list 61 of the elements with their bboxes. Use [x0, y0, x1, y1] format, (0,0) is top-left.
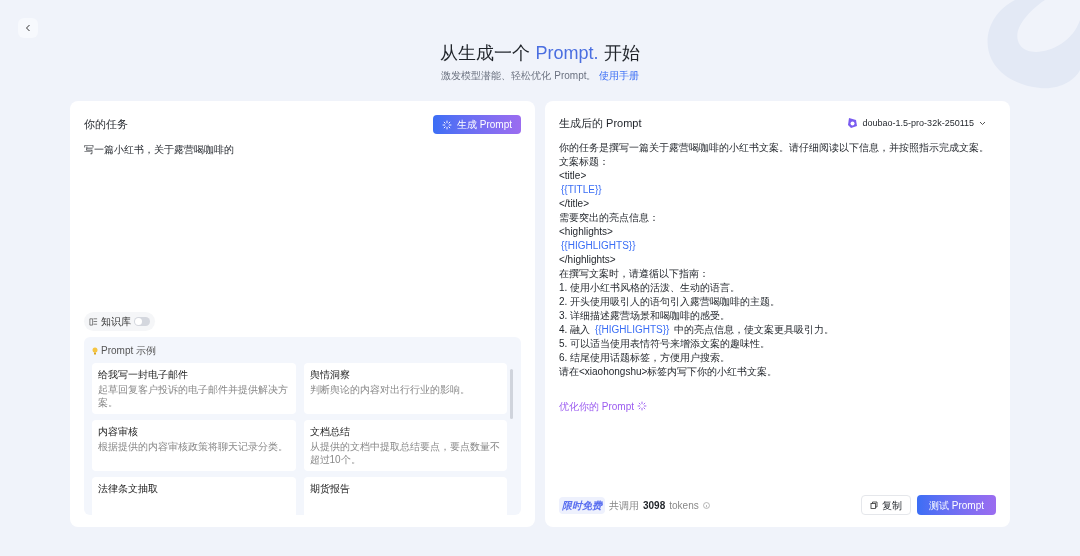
prompt-line: 1. 使用小红书风格的活泼、生动的语言。 — [559, 280, 742, 295]
prompt-line: 在撰写文案时，请遵循以下指南： — [559, 266, 710, 281]
prompt-line: 需要突出的亮点信息： — [559, 210, 660, 225]
example-title: 给我写一封电子邮件 — [98, 368, 189, 381]
info-icon — [702, 501, 710, 509]
prompt-line: </highlights> — [559, 252, 617, 267]
chevron-down-icon — [979, 120, 986, 126]
prompt-line: 4. 融入 {{HIGHLIGHTS}} 中的亮点信息，使文案更具吸引力。 — [559, 322, 836, 337]
example-card[interactable]: 内容审核 根据提供的内容审核政策将聊天记录分类。 — [92, 420, 296, 471]
manual-link[interactable]: 使用手册 — [598, 68, 639, 83]
back-chevron-icon — [25, 24, 31, 32]
panel-title: 生成后的 Prompt — [559, 116, 642, 131]
prompt-line: 5. 可以适当使用表情符号来增添文案的趣味性。 — [559, 336, 772, 351]
prompt-line: 你的任务是撰写一篇关于露营喝咖啡的小红书文案。请仔细阅读以下信息，并按照指示完成文案。 — [559, 140, 990, 155]
example-card[interactable]: 法律条文抽取 — [92, 477, 296, 515]
example-title: 舆情洞察 — [309, 368, 351, 381]
model-select[interactable]: doubao-1.5-pro-32k-250115 — [846, 116, 986, 130]
optimize-link[interactable]: 优化你的 Prompt — [559, 398, 647, 414]
test-button[interactable]: 测试 Prompt — [917, 495, 996, 515]
model-logo-icon — [846, 117, 858, 130]
knowledge-toggle[interactable]: 知识库 — [84, 312, 155, 331]
prompt-line: 请在<xiaohongshu>标签内写下你的小红书文案。 — [559, 364, 779, 379]
example-title: 法律条文抽取 — [98, 482, 159, 495]
scrollbar[interactable] — [510, 369, 513, 419]
prompt-line: 6. 结尾使用话题标签，方便用户搜索。 — [559, 350, 732, 365]
examples-title: Prompt 示例 — [101, 344, 156, 358]
panel-title: 你的任务 — [84, 117, 128, 133]
example-title: 期货报告 — [309, 482, 351, 495]
example-card[interactable]: 舆情洞察 判断舆论的内容对出行行业的影响。 — [303, 363, 507, 414]
prompt-line: </title> — [559, 196, 591, 211]
example-description: 从提供的文档中提取总结要点，要点数量不超过10个。 — [309, 440, 501, 466]
page-title: 从生成一个 Prompt. 开始 — [440, 42, 640, 65]
example-description: 起草回复客户投诉的电子邮件并提供解决方案。 — [98, 383, 289, 409]
prompt-line: 文案标题： — [559, 154, 610, 169]
prompt-line: 3. 详细描述露营场景和喝咖啡的感受。 — [559, 308, 732, 323]
lightbulb-icon — [92, 346, 98, 355]
example-description: 根据提供的内容审核政策将聊天记录分类。 — [98, 440, 289, 453]
back-button[interactable] — [18, 18, 38, 38]
knowledge-icon — [89, 317, 98, 326]
task-input[interactable]: 写一篇小红书，关于露营喝咖啡的 — [84, 142, 521, 312]
subtitle: 激发模型潜能、轻松优化 Prompt。 — [441, 69, 597, 83]
usage-unit: tokens — [669, 498, 699, 513]
sparkle-icon — [442, 119, 452, 130]
prompt-line: {{HIGHLIGHTS}} — [560, 238, 637, 253]
example-title: 内容审核 — [98, 425, 139, 438]
prompt-line: {{TITLE}} — [560, 182, 603, 197]
example-title: 文档总结 — [309, 425, 351, 438]
prompt-line: <title> — [559, 168, 588, 183]
prompt-line: <highlights> — [559, 224, 614, 239]
copy-icon — [870, 501, 878, 509]
free-badge: 限时免费 — [559, 496, 605, 514]
prompt-line: 2. 开头使用吸引人的语句引入露营喝咖啡的主题。 — [559, 294, 782, 309]
example-description: 判断舆论的内容对出行行业的影响。 — [309, 383, 471, 396]
generate-button[interactable]: 生成 Prompt — [433, 115, 521, 134]
copy-button[interactable]: 复制 — [861, 495, 911, 515]
example-card[interactable]: 给我写一封电子邮件 起草回复客户投诉的电子邮件并提供解决方案。 — [92, 363, 296, 414]
toggle-switch[interactable] — [134, 317, 150, 326]
usage-label: 共调用 — [609, 498, 639, 513]
example-card[interactable]: 文档总结 从提供的文档中提取总结要点，要点数量不超过10个。 — [303, 420, 507, 471]
usage-count: 3098 — [643, 498, 666, 513]
example-card[interactable]: 期货报告 — [303, 477, 507, 515]
